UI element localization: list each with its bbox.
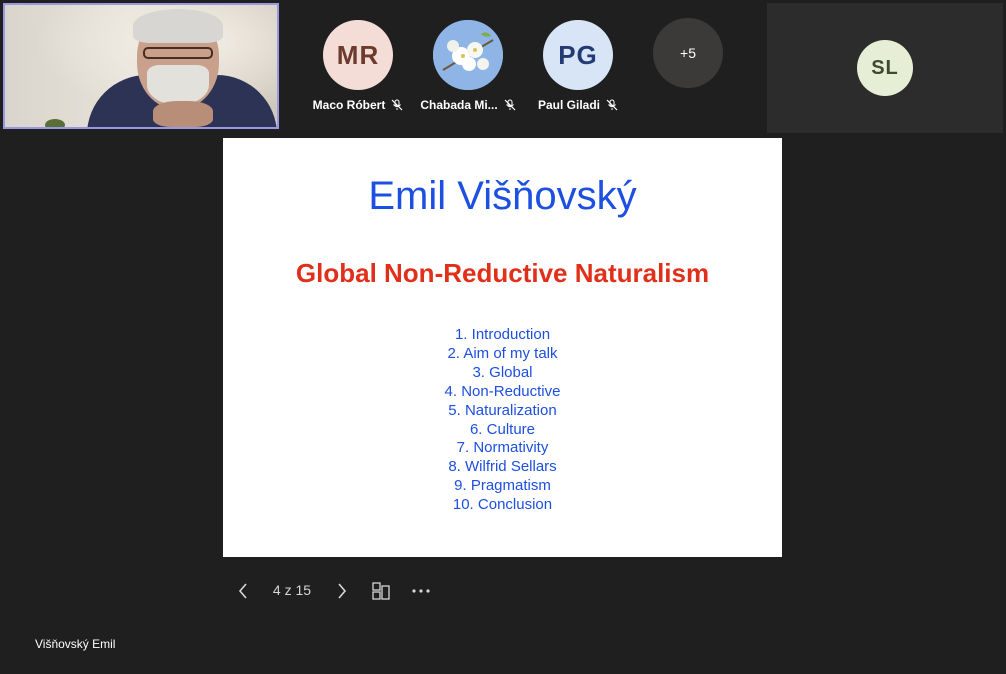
presenter-hair bbox=[133, 9, 223, 43]
presenter-glasses bbox=[143, 47, 213, 59]
participant-name-row: Paul Giladi bbox=[523, 98, 633, 112]
slide-layout-button[interactable] bbox=[368, 578, 394, 604]
participant-name-row: Maco Róbert bbox=[303, 98, 413, 112]
participant-tile[interactable]: MR Maco Róbert bbox=[303, 20, 413, 112]
participant-name: Paul Giladi bbox=[537, 98, 600, 112]
list-item: 2. Aim of my talk bbox=[447, 344, 558, 362]
mic-muted-icon bbox=[606, 99, 618, 111]
participant-tile[interactable]: Chabada Mi... bbox=[413, 20, 523, 112]
participant-name: Maco Róbert bbox=[312, 98, 386, 112]
list-item: 7. Normativity bbox=[456, 439, 549, 457]
video-plant bbox=[45, 119, 65, 127]
participant-tile-sl[interactable]: SL bbox=[767, 3, 1003, 133]
presenter-video[interactable] bbox=[3, 3, 279, 129]
page-indicator: 4 z 15 bbox=[272, 582, 312, 598]
slide-title: Emil Višňovský bbox=[368, 174, 637, 218]
list-item: 3. Global bbox=[472, 363, 533, 381]
participant-name-row: Chabada Mi... bbox=[413, 98, 523, 112]
shared-slide: Emil Višňovský Global Non-Reductive Natu… bbox=[223, 138, 782, 557]
chevron-left-icon bbox=[238, 583, 247, 599]
slide-outline-list: 1. Introduction 2. Aim of my talk 3. Glo… bbox=[223, 326, 782, 515]
next-slide-button[interactable] bbox=[329, 578, 355, 604]
avatar: SL bbox=[857, 40, 913, 96]
avatar-photo bbox=[433, 20, 503, 90]
participant-tile[interactable]: PG Paul Giladi bbox=[523, 20, 633, 112]
more-participants-button[interactable]: +5 bbox=[653, 18, 723, 88]
more-options-button[interactable] bbox=[408, 578, 434, 604]
list-item: 10. Conclusion bbox=[452, 496, 553, 514]
presenter-name-label: Višňovský Emil bbox=[35, 637, 116, 651]
more-options-icon bbox=[412, 589, 430, 593]
previous-slide-button[interactable] bbox=[230, 578, 256, 604]
flower-photo-icon bbox=[433, 20, 503, 90]
list-item: 5. Naturalization bbox=[448, 401, 557, 419]
list-item: 4. Non-Reductive bbox=[444, 382, 561, 400]
list-item: 6. Culture bbox=[469, 420, 536, 438]
avatar: MR bbox=[323, 20, 393, 90]
presenter-hands bbox=[153, 101, 213, 127]
list-item: 9. Pragmatism bbox=[454, 477, 551, 495]
presenter-beard bbox=[147, 65, 209, 105]
list-item: 8. Wilfrid Sellars bbox=[448, 458, 557, 476]
slide-subtitle: Global Non-Reductive Naturalism bbox=[295, 258, 710, 288]
avatar: PG bbox=[543, 20, 613, 90]
mic-muted-icon bbox=[504, 99, 516, 111]
chevron-right-icon bbox=[338, 583, 347, 599]
participant-name: Chabada Mi... bbox=[420, 98, 498, 112]
list-item: 1. Introduction bbox=[454, 326, 551, 343]
mic-muted-icon bbox=[391, 99, 403, 111]
slide-layout-icon bbox=[372, 582, 390, 600]
